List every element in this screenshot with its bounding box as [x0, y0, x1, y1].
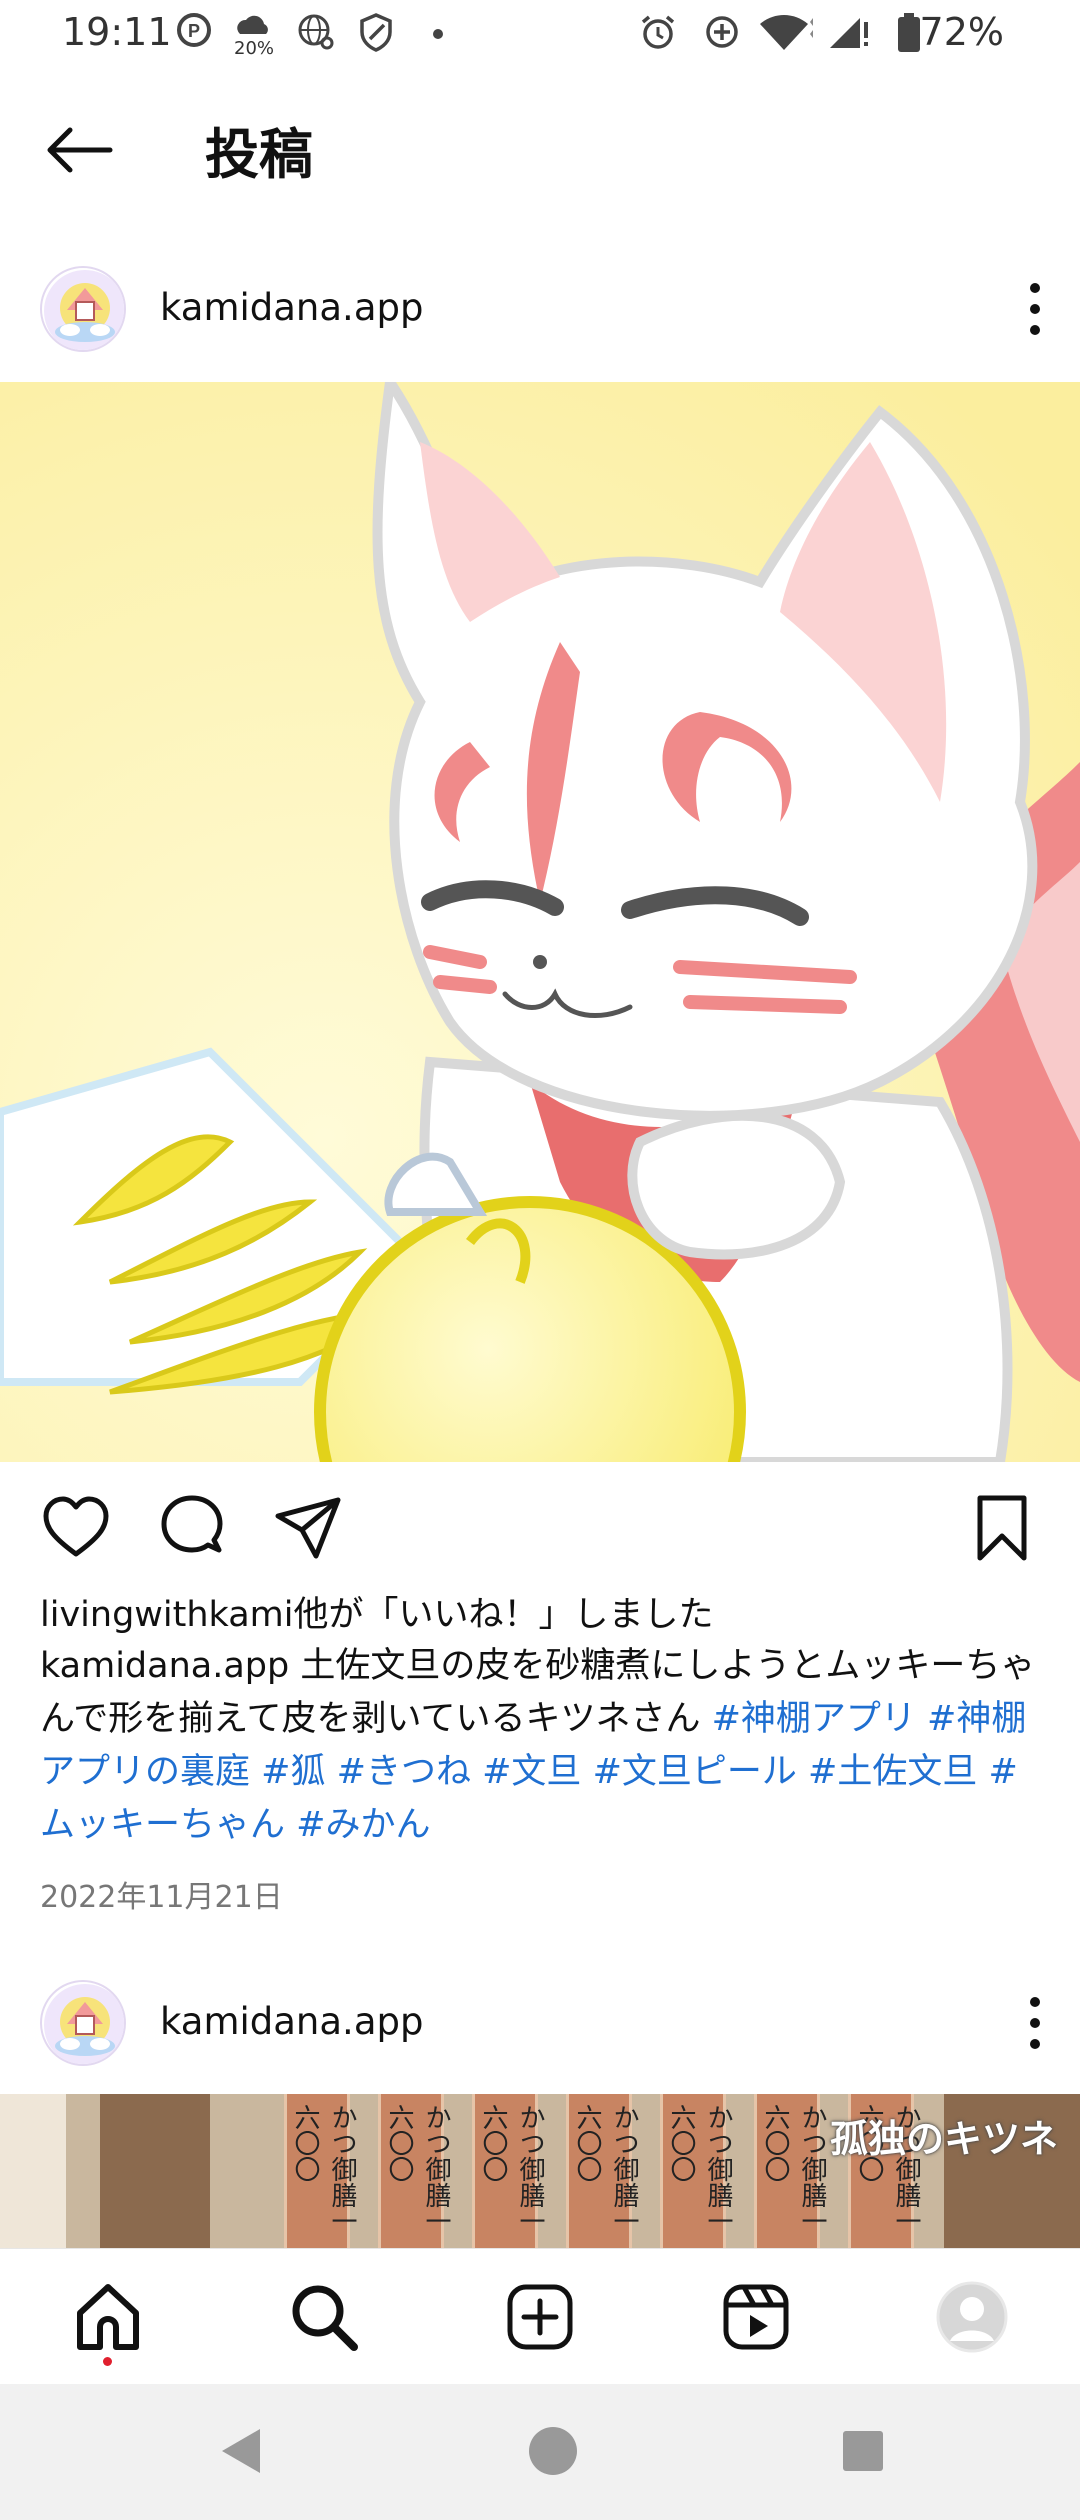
post-username[interactable]: kamidana.app [160, 286, 423, 329]
hashtag[interactable]: #きつね [337, 1752, 471, 1792]
avatar[interactable] [40, 266, 126, 352]
post-header: kamidana.app [0, 254, 1080, 364]
kamidana-logo [44, 1984, 124, 2064]
notification-dot [103, 2357, 112, 2366]
image-overlay-text: 孤独のキツネ [829, 2117, 1058, 2161]
battery-percent: 72% [919, 10, 1004, 54]
weather-percent: 20% [234, 38, 275, 59]
hashtag[interactable]: #文旦ピール [593, 1752, 797, 1792]
menu-board-edge [0, 2094, 66, 2248]
share-icon[interactable] [272, 1492, 344, 1564]
status-bar: 19:11 P 20% 72% [0, 0, 1080, 72]
hashtag[interactable]: #狐 [261, 1752, 325, 1792]
more-options-icon[interactable] [1020, 274, 1050, 344]
avatar[interactable] [40, 1980, 126, 2066]
menu-slip: かつ御膳一六〇〇 [754, 2094, 827, 2248]
create-icon[interactable] [502, 2279, 578, 2355]
heart-icon[interactable] [40, 1492, 112, 1564]
wifi-icon [760, 15, 813, 50]
more-options-icon[interactable] [1020, 1988, 1050, 2058]
wood-panel [100, 2094, 210, 2248]
post-username[interactable]: kamidana.app [160, 2000, 423, 2043]
signal-icon [830, 18, 868, 48]
hashtag[interactable]: #土佐文旦 [808, 1752, 977, 1792]
globe-icon [298, 14, 334, 50]
hashtag[interactable]: #神棚アプリ [712, 1699, 916, 1739]
data-saver-icon [706, 16, 738, 48]
comment-icon[interactable] [156, 1492, 228, 1564]
menu-slip: かつ御膳一六〇〇 [660, 2094, 733, 2248]
dot-icon [433, 29, 443, 39]
bookmark-icon[interactable] [966, 1492, 1038, 1564]
caption-username[interactable]: kamidana.app [40, 1646, 289, 1686]
post-header: kamidana.app [0, 1968, 1080, 2078]
parking-icon: P [177, 13, 211, 47]
status-time: 19:11 [62, 10, 172, 54]
post-date: 2022年11月21日 [40, 1880, 283, 1915]
post-actions [0, 1470, 1080, 1580]
post-caption: kamidana.app 土佐文旦の皮を砂糖煮にしようとムッキーちゃんで形を揃え… [40, 1640, 1050, 1852]
menu-slip: かつ御膳一六〇〇 [378, 2094, 451, 2248]
alarm-icon [641, 15, 675, 49]
menu-slip: かつ御膳一六〇〇 [284, 2094, 357, 2248]
profile-icon[interactable] [934, 2279, 1010, 2355]
search-icon[interactable] [286, 2279, 362, 2355]
hashtag[interactable]: #文旦 [482, 1752, 581, 1792]
home-circle-icon[interactable] [526, 2424, 580, 2478]
likes-text[interactable]: livingwithkami他が「いいね！」しました [40, 1586, 713, 1637]
reels-icon[interactable] [718, 2279, 794, 2355]
battery-icon [898, 13, 920, 52]
kamidana-logo [44, 270, 124, 350]
app-header: 投稿 [0, 90, 1080, 200]
recents-square-icon[interactable] [840, 2428, 886, 2474]
back-triangle-icon[interactable] [216, 2424, 266, 2478]
bottom-nav [0, 2248, 1080, 2384]
svg-text:P: P [188, 21, 200, 41]
home-icon[interactable] [70, 2279, 146, 2355]
shield-icon [360, 13, 392, 52]
page-title: 投稿 [205, 123, 313, 186]
post-image[interactable] [0, 382, 1080, 1462]
post-image-preview[interactable]: かつ御膳一六〇〇 かつ御膳一六〇〇 かつ御膳一六〇〇 かつ御膳一六〇〇 かつ御膳… [0, 2094, 1080, 2248]
menu-slip: かつ御膳一六〇〇 [472, 2094, 545, 2248]
fox-illustration [0, 382, 1080, 1462]
arrow-left-icon[interactable] [40, 120, 120, 180]
menu-slip: かつ御膳一六〇〇 [566, 2094, 639, 2248]
system-nav [0, 2384, 1080, 2520]
hashtag[interactable]: #みかん [296, 1805, 430, 1845]
